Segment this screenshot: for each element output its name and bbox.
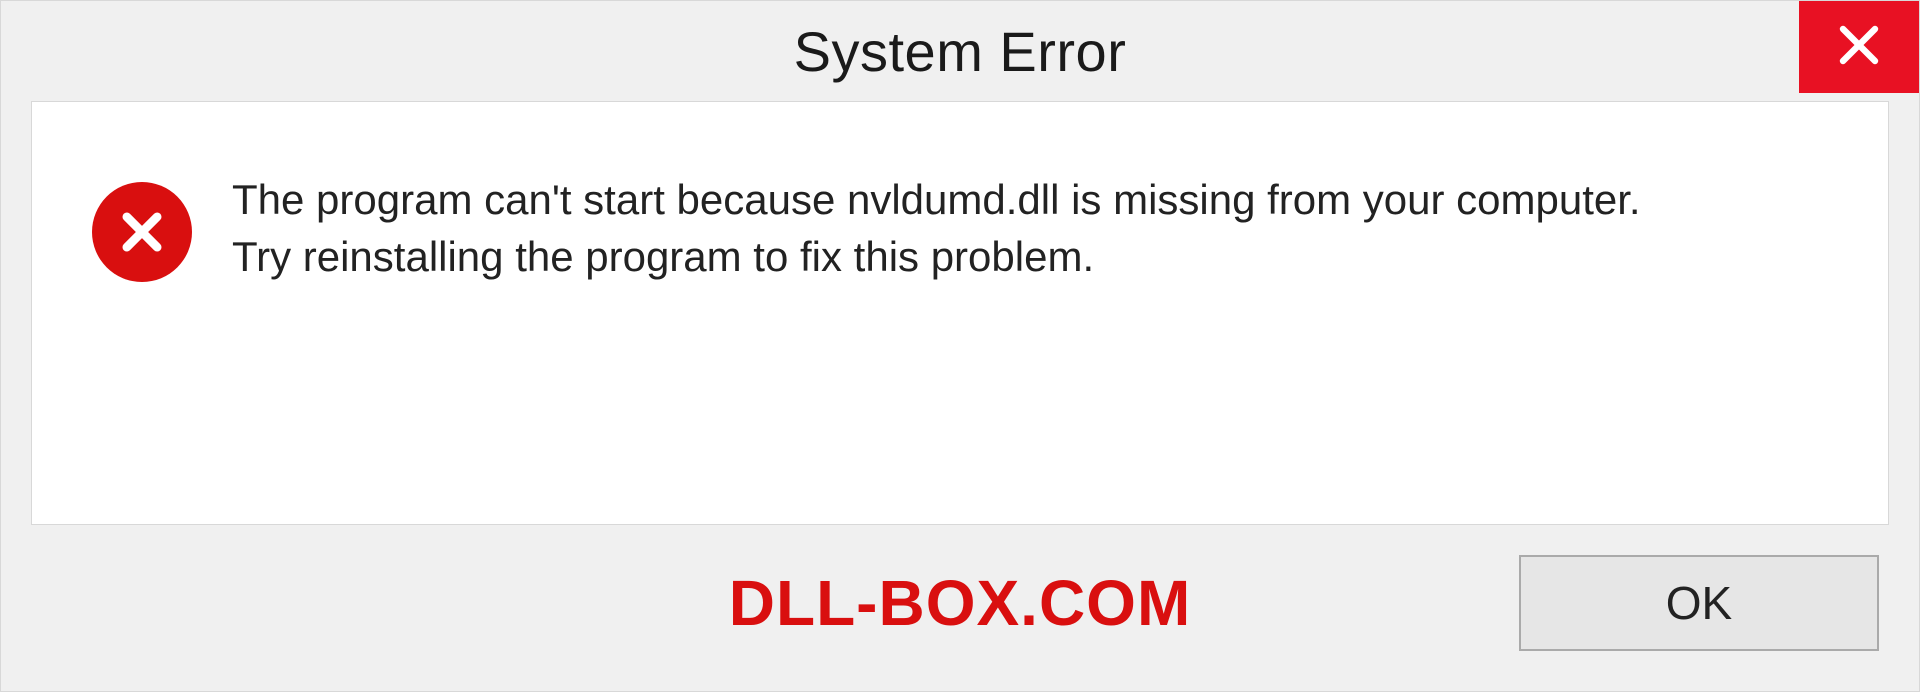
message-line-2: Try reinstalling the program to fix this… <box>232 229 1828 286</box>
system-error-dialog: System Error The program can't start bec… <box>0 0 1920 692</box>
titlebar: System Error <box>1 1 1919 101</box>
dialog-title: System Error <box>794 19 1127 84</box>
close-button[interactable] <box>1799 1 1919 93</box>
ok-button[interactable]: OK <box>1519 555 1879 651</box>
error-icon <box>92 182 192 282</box>
message-line-1: The program can't start because nvldumd.… <box>232 172 1828 229</box>
content-panel: The program can't start because nvldumd.… <box>31 101 1889 525</box>
watermark-text: DLL-BOX.COM <box>729 566 1192 640</box>
close-icon <box>1835 21 1883 74</box>
dialog-footer: DLL-BOX.COM OK <box>1 525 1919 691</box>
error-message: The program can't start because nvldumd.… <box>232 172 1828 285</box>
